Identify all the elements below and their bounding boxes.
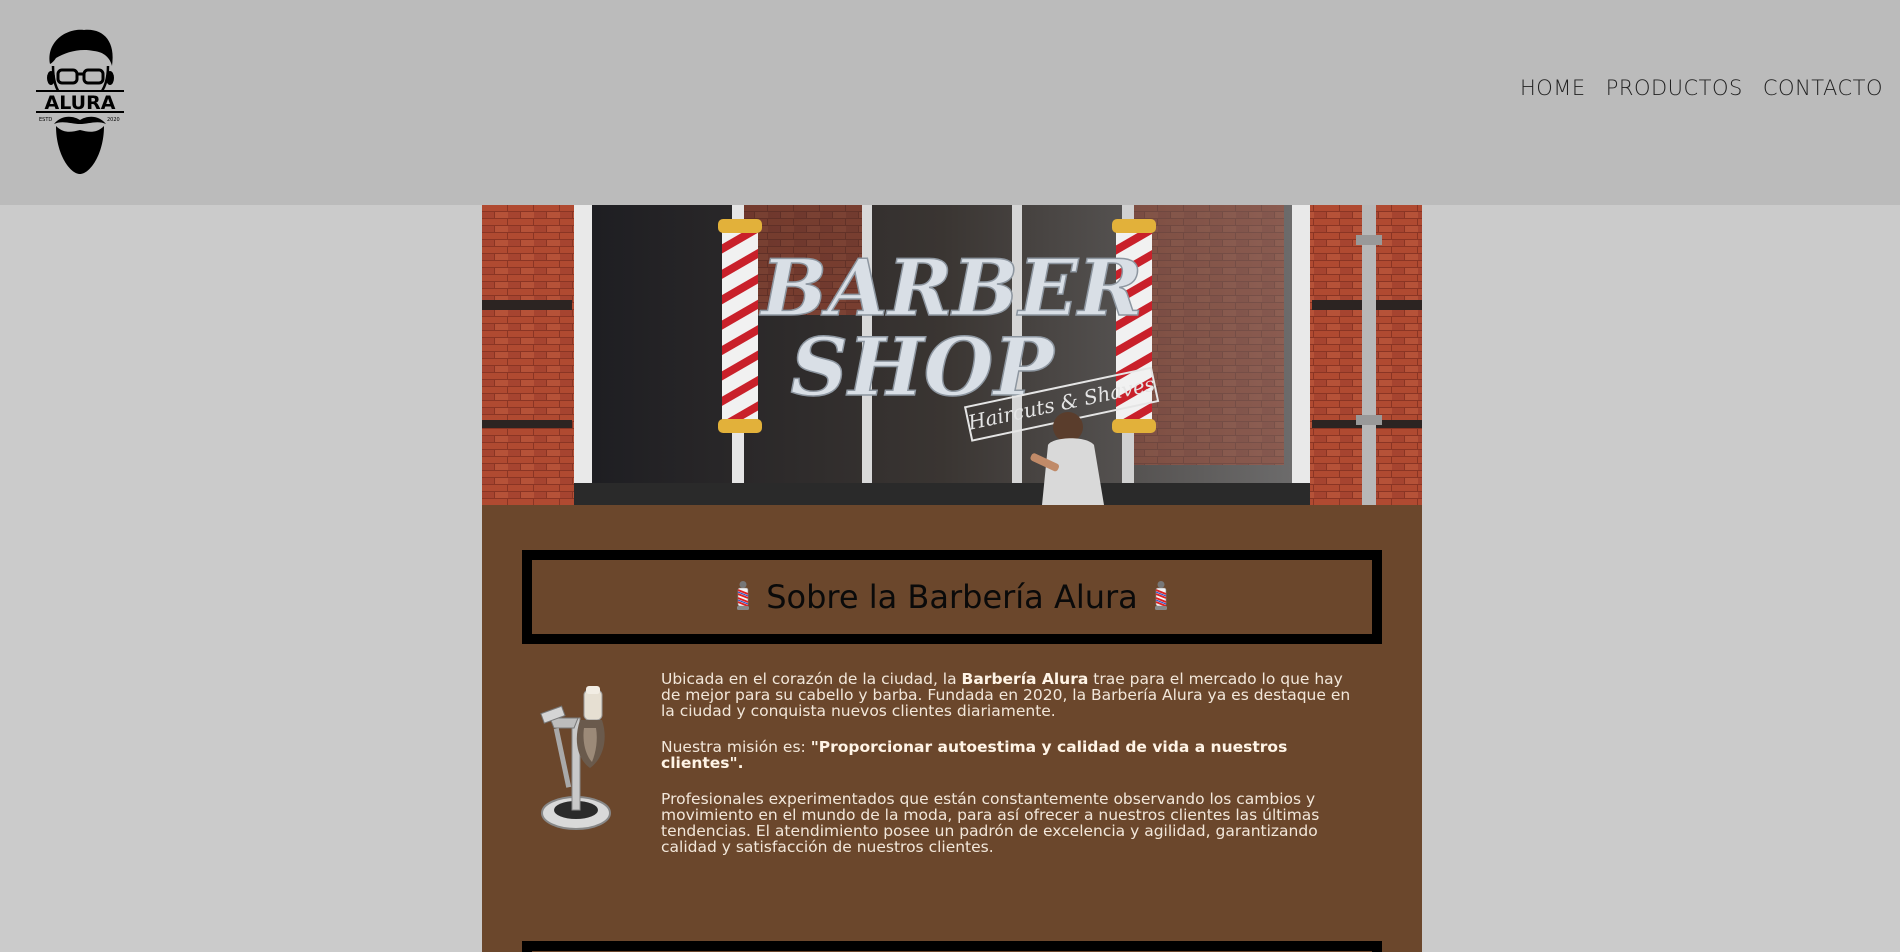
about-title-box: Sobre la Barbería Alura [522, 550, 1382, 644]
hero-barbershop-image: BARBER SHOP Haircuts & Shaves [482, 205, 1422, 505]
about-title: Sobre la Barbería Alura [766, 578, 1138, 616]
alura-logo[interactable]: ALURA ESTD 2020 [36, 24, 124, 176]
barber-pole-icon [737, 581, 750, 610]
barber-pole-icon [1154, 581, 1167, 610]
nav-home-link[interactable]: HOME [1520, 76, 1586, 100]
site-header: ALURA ESTD 2020 HOME PRODUCTOS CONTACTO [0, 0, 1900, 205]
main-nav: HOME PRODUCTOS CONTACTO [1520, 76, 1883, 100]
next-section-box [522, 941, 1382, 952]
about-paragraph-3: Profesionales experimentados que están c… [661, 790, 1320, 856]
svg-text:ALURA: ALURA [45, 92, 116, 114]
svg-text:2020: 2020 [107, 117, 120, 123]
main-content: BARBER SHOP Haircuts & Shaves Sobre la B… [482, 205, 1422, 952]
about-text: Ubicada en el corazón de la ciudad, la B… [661, 671, 1361, 875]
about-paragraph-1: Ubicada en el corazón de la ciudad, la B… [661, 670, 1351, 720]
nav-contacto-link[interactable]: CONTACTO [1763, 76, 1883, 100]
about-paragraph-mission: Nuestra misión es: "Proporcionar autoest… [661, 738, 1288, 772]
razor-brush-stand-image [540, 686, 611, 830]
nav-productos-link[interactable]: PRODUCTOS [1606, 76, 1743, 100]
svg-text:ESTD: ESTD [39, 117, 52, 123]
